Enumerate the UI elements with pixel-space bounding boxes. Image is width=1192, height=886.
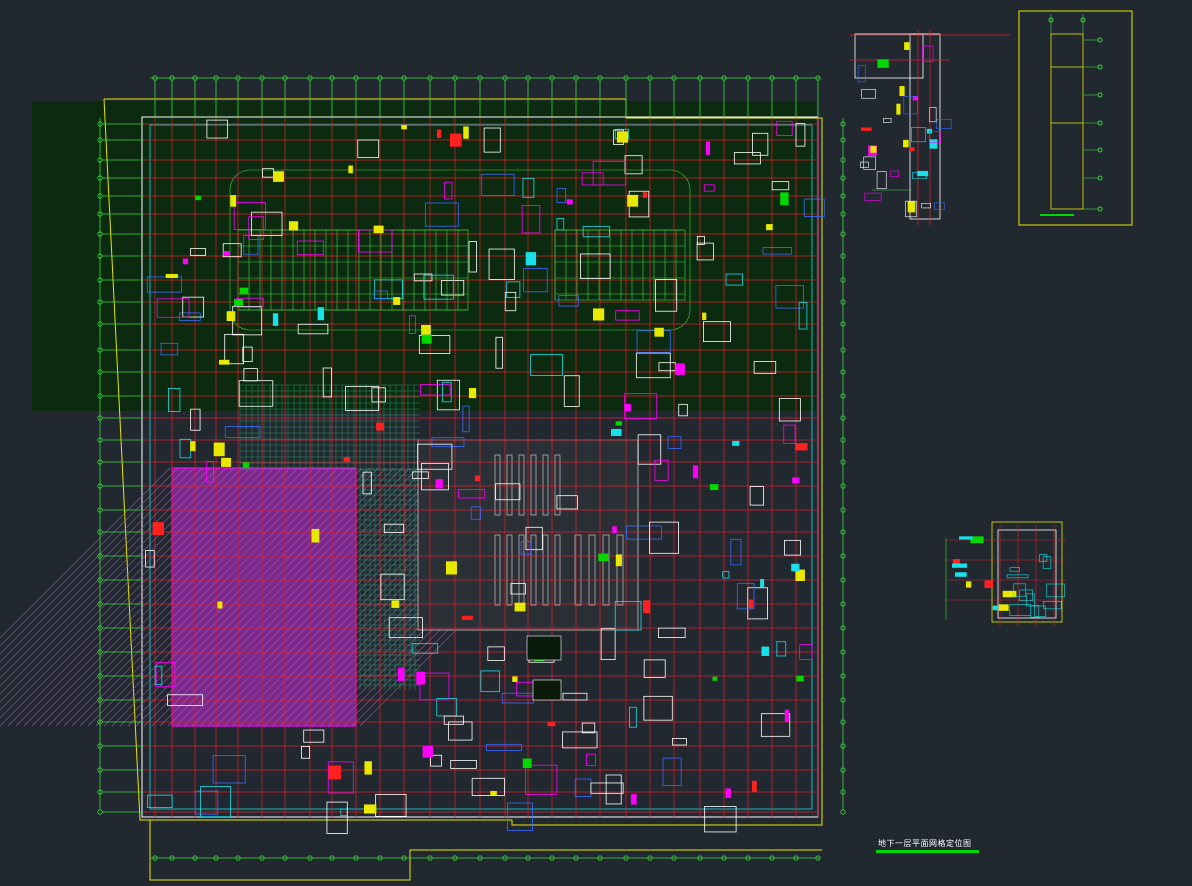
caption-underline [876,850,979,853]
floor-plan-drawing [0,0,1192,886]
drawing-caption: 地下一层平面网格定位图 [878,839,972,848]
cad-viewport[interactable]: 地下一层平面网格定位图 [0,0,1192,886]
